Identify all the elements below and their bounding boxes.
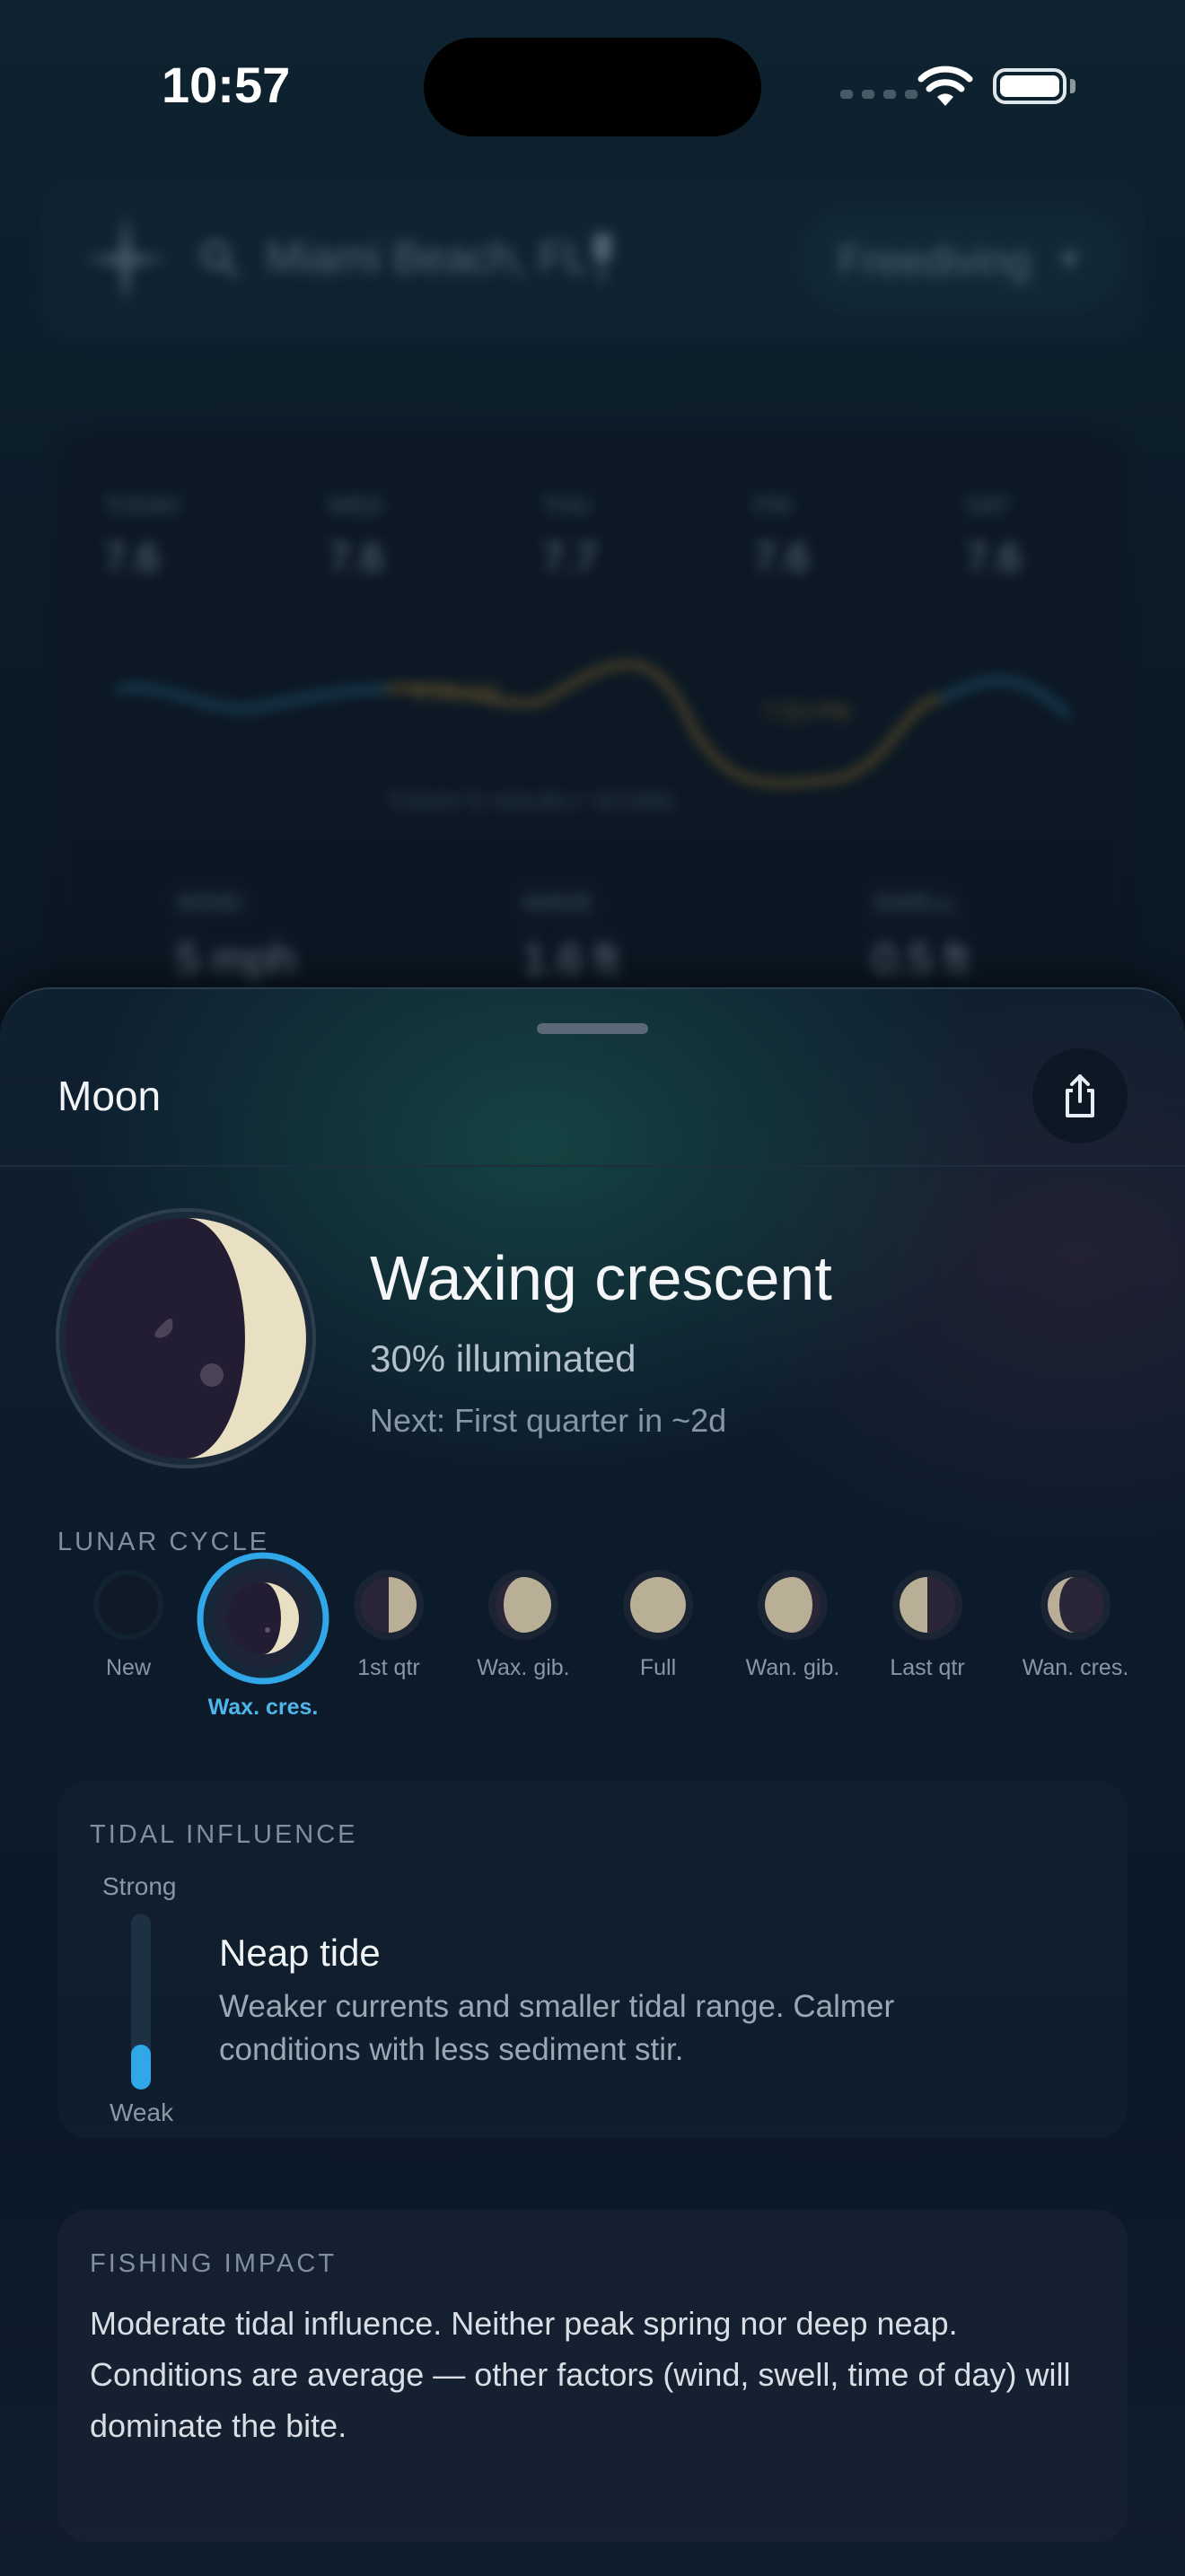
phase-label: Wan. cres. bbox=[1022, 1655, 1129, 1680]
tide-type-title: Neap tide bbox=[219, 1932, 381, 1974]
forecast-day-label: THU bbox=[542, 492, 591, 519]
forecast-day[interactable]: THU 7.7 bbox=[542, 492, 597, 581]
share-button[interactable] bbox=[1032, 1048, 1128, 1143]
forecast-day-value: 7.6 bbox=[104, 536, 160, 580]
forecast-day[interactable]: FRI 7.6 bbox=[754, 492, 809, 581]
forecast-day-value: 7.6 bbox=[754, 536, 810, 580]
new-moon-icon bbox=[93, 1570, 163, 1640]
phase-label: New bbox=[105, 1655, 151, 1680]
header-divider bbox=[0, 1165, 1185, 1167]
tide-type-description: Weaker currents and smaller tidal range.… bbox=[219, 1989, 895, 2067]
tidal-influence-label: TIDAL INFLUENCE bbox=[90, 1820, 358, 1849]
compass-logo-icon bbox=[85, 215, 166, 304]
phase-waxing-crescent[interactable]: Wax. cres. bbox=[187, 1551, 339, 1721]
wifi-icon bbox=[917, 66, 973, 106]
forecast-day-label: WED bbox=[329, 492, 383, 519]
phase-label: Wax. gib. bbox=[477, 1655, 570, 1680]
metric-label: SWELL bbox=[873, 889, 958, 916]
share-icon bbox=[1066, 1074, 1094, 1117]
phase-full[interactable]: Full bbox=[591, 1569, 725, 1681]
phase-label: Wax. cres. bbox=[207, 1695, 319, 1720]
phase-first-quarter[interactable]: 1st qtr bbox=[321, 1569, 456, 1681]
chevron-down-icon: ▼ bbox=[1056, 245, 1084, 275]
background-blur-layer: Miami Beach, FL Freediving ▼ TODAY'S HOU… bbox=[0, 0, 1185, 1005]
sheet-title: Moon bbox=[57, 1073, 162, 1119]
score-line-blue bbox=[117, 685, 387, 712]
forecast-day[interactable]: TODAY 7.6 bbox=[104, 492, 182, 581]
metric-label: WAVE bbox=[522, 889, 594, 916]
dynamic-island bbox=[424, 38, 761, 136]
score-line-blue-end bbox=[941, 678, 1068, 719]
phase-waning-gibbous[interactable]: Wan. gib. bbox=[725, 1569, 860, 1681]
phase-label: 1st qtr bbox=[357, 1655, 420, 1680]
phase-last-quarter[interactable]: Last qtr bbox=[860, 1569, 995, 1681]
fishing-impact-label: FISHING IMPACT bbox=[90, 2249, 338, 2278]
phase-new[interactable]: New bbox=[61, 1569, 196, 1681]
full-moon-icon bbox=[623, 1570, 693, 1640]
moon-sheet: Moon Waxing crescent 30% illuminated Nex… bbox=[0, 987, 1185, 2576]
forecast-day[interactable]: SAT 7.6 bbox=[966, 492, 1021, 581]
waxing-crescent-icon bbox=[197, 1552, 329, 1685]
forecast-day-label: FRI bbox=[754, 492, 792, 519]
chart-caption: TODAY'S HOURLY SCORE bbox=[386, 788, 676, 815]
battery-nub bbox=[1070, 79, 1075, 93]
moon-crater bbox=[200, 1363, 224, 1387]
forecast-day-value: 7.6 bbox=[966, 536, 1022, 580]
location-text: Miami Beach, FL bbox=[266, 234, 590, 282]
forecast-day-label: SAT bbox=[966, 492, 1010, 519]
metric-value: 5 mph bbox=[176, 936, 296, 984]
moon-phase-illustration bbox=[56, 1208, 316, 1468]
metric-wind: WIND 5 mph bbox=[176, 889, 295, 985]
tidal-influence-card: TIDAL INFLUENCE Strong Weak Neap tide We… bbox=[57, 1781, 1128, 2138]
waning-gibbous-icon bbox=[758, 1570, 828, 1640]
search-icon bbox=[201, 241, 239, 278]
metric-value: 0.5 ft bbox=[873, 936, 969, 984]
activity-dropdown-label: Freediving bbox=[838, 237, 1031, 284]
phase-label: Last qtr bbox=[890, 1655, 965, 1680]
phase-waning-crescent[interactable]: Wan. cres. bbox=[995, 1569, 1156, 1681]
phase-label: Full bbox=[639, 1655, 677, 1680]
forecast-day-value: 7.6 bbox=[329, 536, 384, 580]
phase-label: Wan. gib. bbox=[745, 1655, 840, 1680]
cellular-signal-icon bbox=[840, 90, 917, 99]
sunset-label: 7:53 PM bbox=[763, 698, 850, 725]
metric-label: WIND bbox=[176, 889, 243, 916]
activity-dropdown[interactable]: Freediving ▼ bbox=[799, 212, 1122, 309]
forecast-day-label: TODAY bbox=[104, 492, 183, 519]
sunrise-label: 6:59 AM bbox=[413, 679, 499, 705]
pin-icon bbox=[593, 233, 611, 282]
tidal-strength-fill bbox=[131, 2045, 151, 2090]
fishing-impact-text: Moderate tidal influence. Neither peak s… bbox=[90, 2305, 1071, 2444]
metric-wave: WAVE 1.6 ft bbox=[522, 889, 619, 985]
first-quarter-icon bbox=[354, 1570, 424, 1640]
phase-name: Waxing crescent bbox=[370, 1243, 832, 1313]
fishing-impact-card: FISHING IMPACT Moderate tidal influence.… bbox=[57, 2210, 1128, 2542]
hourly-score-chart bbox=[117, 662, 1068, 786]
phase-waxing-gibbous[interactable]: Wax. gib. bbox=[456, 1569, 591, 1681]
metric-value: 1.6 ft bbox=[522, 936, 619, 984]
background-app: Miami Beach, FL Freediving ▼ TODAY'S HOU… bbox=[0, 0, 1185, 1005]
illumination-text: 30% illuminated bbox=[370, 1337, 636, 1380]
meter-strong-label: Strong bbox=[102, 1872, 177, 1900]
meter-weak-label: Weak bbox=[110, 2098, 174, 2126]
battery-icon bbox=[993, 68, 1066, 104]
last-quarter-icon bbox=[892, 1570, 962, 1640]
status-time: 10:57 bbox=[162, 57, 291, 113]
waxing-gibbous-icon bbox=[488, 1570, 558, 1640]
next-phase-text: Next: First quarter in ~2d bbox=[370, 1402, 727, 1439]
metric-swell: SWELL 0.5 ft bbox=[873, 889, 969, 985]
waning-crescent-icon bbox=[1040, 1570, 1110, 1640]
sheet-drag-handle[interactable] bbox=[537, 1023, 648, 1034]
forecast-day[interactable]: WED 7.6 bbox=[329, 492, 383, 581]
forecast-day-value: 7.7 bbox=[542, 536, 598, 580]
